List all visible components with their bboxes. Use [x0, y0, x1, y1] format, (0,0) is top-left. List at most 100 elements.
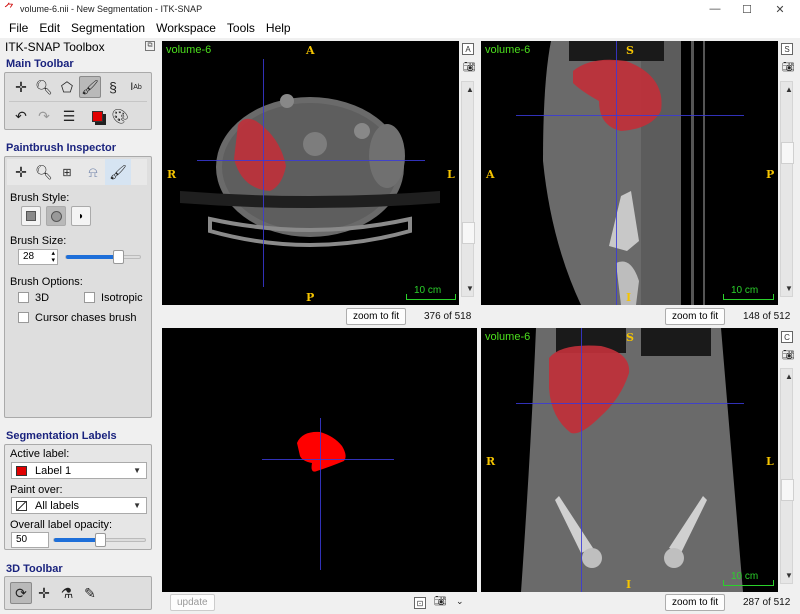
paintbrush-tool-icon[interactable]: 🖌︎ — [79, 76, 101, 98]
brush-style-square[interactable] — [21, 206, 41, 226]
segmentation-labels-panel: Active label: Label 1 ▼ Paint over: All … — [4, 444, 152, 550]
menu-workspace[interactable]: Workspace — [151, 21, 222, 35]
paint-over-dropdown[interactable]: All labels ▼ — [11, 497, 147, 514]
scrollbar-thumb[interactable] — [781, 479, 794, 501]
sagittal-view[interactable]: volume-6 S I A P 10 cm — [481, 41, 778, 305]
option-isotropic-checkbox[interactable] — [84, 292, 95, 303]
brush-size-slider[interactable] — [65, 250, 141, 264]
zoom-icon[interactable]: 🔍︎ — [33, 161, 55, 183]
sagittal-image — [543, 41, 705, 305]
polygon-tool-icon[interactable]: ⬠ — [56, 76, 78, 98]
axial-sidebar: A 📷︎ ▲ ▼ — [460, 41, 476, 305]
render-3d-view[interactable] — [162, 328, 477, 592]
option-isotropic-label: Isotropic — [101, 292, 143, 304]
option-3d-checkbox[interactable] — [18, 292, 29, 303]
brush-style-adaptive[interactable]: ◗ — [71, 206, 91, 226]
brush-style-round[interactable] — [46, 206, 66, 226]
brush-size-spinbox[interactable]: 28 ▴ ▾ — [18, 249, 58, 265]
liver-3d-mesh — [297, 431, 346, 472]
zoom-tool-icon[interactable]: 🔍︎ — [33, 76, 55, 98]
scroll-up-icon[interactable]: ▲ — [783, 83, 795, 95]
option-cursor-chases-checkbox[interactable] — [18, 312, 29, 323]
toolbar-3d-title: 3D Toolbar — [6, 563, 63, 575]
crosshair-horizontal — [262, 459, 394, 460]
menu-tools[interactable]: Tools — [222, 21, 261, 35]
undo-icon[interactable]: ↶ — [10, 105, 32, 127]
vertebra — [303, 132, 327, 156]
spray-icon[interactable]: ⚗ — [56, 582, 78, 604]
option-3d-label: 3D — [35, 292, 50, 304]
chevron-down-icon[interactable]: ⌄ — [456, 596, 464, 607]
scroll-up-icon[interactable]: ▲ — [464, 83, 476, 95]
layout-toggle-axial[interactable]: A — [462, 43, 474, 55]
snake-tool-icon[interactable]: § — [102, 76, 124, 98]
crosshair-tool-icon[interactable]: ✛ — [10, 76, 32, 98]
scrollbar-thumb[interactable] — [462, 222, 475, 244]
scrollbar-thumb[interactable] — [781, 142, 794, 164]
undock-icon[interactable]: ⧉ — [145, 41, 155, 51]
layers-icon[interactable]: ☰ — [58, 105, 80, 127]
camera-icon[interactable]: 📷︎ — [463, 62, 476, 73]
redo-icon[interactable]: ↷ — [33, 105, 55, 127]
option-cursor-chases-label: Cursor chases brush — [35, 312, 137, 324]
camera-icon[interactable]: 📷︎ — [782, 350, 795, 361]
adaptive-brush-icon[interactable]: ⍾ — [82, 161, 104, 183]
menu-segmentation[interactable]: Segmentation — [66, 21, 151, 35]
scroll-down-icon[interactable]: ▼ — [783, 282, 795, 294]
orientation-bottom: I — [626, 578, 632, 591]
maximize-button[interactable]: ☐ — [732, 0, 762, 18]
crosshair-3d-icon[interactable]: ✛ — [33, 582, 55, 604]
sagittal-zoom-to-fit-button[interactable]: zoom to fit — [665, 308, 726, 325]
orientation-left: A — [486, 168, 495, 181]
scroll-down-icon[interactable]: ▼ — [464, 282, 476, 294]
scroll-up-icon[interactable]: ▲ — [783, 370, 795, 382]
scalpel-icon[interactable]: ✎ — [79, 582, 101, 604]
layout-toggle-coronal[interactable]: C — [781, 331, 793, 343]
spin-arrows-icon[interactable]: ▴ ▾ — [51, 250, 55, 264]
minimize-button[interactable]: — — [700, 0, 730, 18]
scroll-down-icon[interactable]: ▼ — [783, 569, 795, 581]
menu-edit[interactable]: Edit — [34, 21, 66, 35]
axial-zoom-to-fit-button[interactable]: zoom to fit — [346, 308, 407, 325]
axial-slice-scrollbar[interactable]: ▲ ▼ — [461, 81, 476, 297]
coronal-view[interactable]: volume-6 S I R L 10 cm — [481, 328, 778, 592]
close-button[interactable]: ✕ — [765, 0, 795, 18]
label-color-icon[interactable] — [86, 105, 108, 127]
brush-size-slider-thumb[interactable] — [112, 250, 124, 264]
opacity-input[interactable]: 50 — [11, 532, 49, 548]
crosshair-horizontal — [516, 115, 744, 116]
coronal-zoom-to-fit-button[interactable]: zoom to fit — [665, 594, 726, 611]
menu-file[interactable]: File — [4, 21, 34, 35]
layout-toggle-sagittal[interactable]: S — [781, 43, 793, 55]
orientation-bottom: I — [626, 291, 632, 304]
rotate-3d-icon[interactable]: ⟳ — [10, 582, 32, 604]
update-3d-button[interactable]: update — [170, 594, 215, 611]
chevron-down-icon: ▼ — [133, 466, 141, 475]
coronal-slice-scrollbar[interactable]: ▲ ▼ — [780, 368, 795, 584]
table-line — [691, 41, 694, 305]
grid-icon[interactable]: ⊞ — [56, 161, 78, 183]
camera-icon[interactable]: 📷︎ — [782, 62, 795, 73]
axial-view[interactable]: volume-6 A P R L 10 cm — [162, 41, 459, 305]
orientation-right: L — [447, 168, 455, 181]
opacity-slider-thumb[interactable] — [94, 533, 106, 547]
annotation-tool-icon[interactable]: I Ab — [125, 76, 147, 98]
axial-image — [180, 94, 440, 247]
crosshair-vertical — [263, 59, 264, 287]
camera-icon[interactable]: 📷︎ — [434, 596, 447, 607]
coronal-slice-indicator: 287 of 512 — [743, 597, 791, 608]
label-color-swatch — [16, 465, 27, 476]
orientation-right: L — [766, 455, 774, 468]
paintbrush-icon[interactable]: 🖌︎ — [105, 159, 131, 185]
orientation-top: S — [626, 44, 634, 57]
layout-3d-icon[interactable]: ⊡ — [414, 597, 426, 609]
palette-icon[interactable]: 🎨︎ — [109, 105, 131, 127]
sagittal-slice-scrollbar[interactable]: ▲ ▼ — [780, 81, 795, 297]
sagittal-slice-indicator: 148 of 512 — [743, 311, 791, 322]
opacity-slider[interactable] — [53, 533, 146, 547]
app-logo-icon: ⺈ — [4, 3, 15, 15]
window-title: volume-6.nii - New Segmentation - ITK-SN… — [20, 4, 203, 14]
menu-help[interactable]: Help — [261, 21, 297, 35]
crosshair-icon[interactable]: ✛ — [10, 161, 32, 183]
active-label-dropdown[interactable]: Label 1 ▼ — [11, 462, 147, 479]
